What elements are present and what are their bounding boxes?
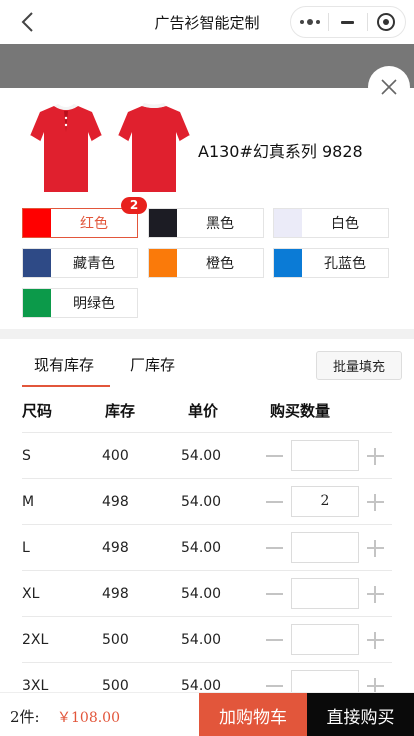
stock-cell: 498 bbox=[102, 540, 129, 556]
increase-quantity-button[interactable] bbox=[367, 540, 384, 557]
close-sheet-button[interactable] bbox=[368, 66, 410, 108]
stock-cell: 400 bbox=[102, 448, 129, 464]
increase-quantity-button[interactable] bbox=[367, 494, 384, 511]
quantity-input[interactable]: 2 bbox=[291, 486, 359, 517]
color-label: 藏青色 bbox=[73, 256, 115, 272]
color-label: 橙色 bbox=[206, 256, 234, 272]
color-option-navy[interactable]: 藏青色 bbox=[22, 248, 138, 278]
tab-factory-stock[interactable]: 厂库存 bbox=[130, 354, 175, 375]
size-cell: L bbox=[22, 540, 30, 556]
color-swatch bbox=[23, 289, 51, 317]
decrease-quantity-button[interactable] bbox=[266, 455, 283, 457]
modal-overlay[interactable] bbox=[0, 44, 414, 88]
bulk-fill-button[interactable]: 批量填充 bbox=[316, 351, 402, 380]
price-cell: 54.00 bbox=[181, 448, 222, 464]
increase-quantity-button[interactable] bbox=[367, 448, 384, 465]
color-label: 明绿色 bbox=[73, 296, 115, 312]
decrease-quantity-button[interactable] bbox=[266, 547, 283, 549]
active-tab-indicator bbox=[22, 385, 110, 387]
exit-miniprogram-button[interactable] bbox=[368, 7, 405, 37]
color-option-black[interactable]: 黑色 bbox=[148, 208, 264, 238]
close-icon bbox=[381, 79, 397, 95]
tab-current-stock[interactable]: 现有库存 bbox=[34, 354, 94, 375]
color-swatch bbox=[23, 249, 51, 277]
quantity-input[interactable] bbox=[291, 624, 359, 655]
more-dots-icon bbox=[299, 19, 320, 25]
color-option-red[interactable]: 红色 bbox=[22, 208, 138, 238]
more-options-button[interactable] bbox=[291, 7, 328, 37]
price-cell: 54.00 bbox=[181, 586, 222, 602]
miniprogram-capsule bbox=[290, 6, 406, 38]
minimize-icon bbox=[341, 20, 355, 24]
color-swatch bbox=[149, 249, 177, 277]
product-name: A130#幻真系列 9828 bbox=[198, 142, 363, 161]
color-swatch bbox=[23, 209, 51, 237]
product-image-front[interactable] bbox=[30, 102, 102, 194]
color-label: 红色 bbox=[80, 216, 108, 232]
size-cell: 2XL bbox=[22, 632, 49, 648]
color-label: 黑色 bbox=[206, 216, 234, 232]
header-size: 尺码 bbox=[22, 402, 53, 420]
table-row: XL 498 54.00 bbox=[22, 570, 392, 616]
header-price: 单价 bbox=[188, 402, 219, 420]
decrease-quantity-button[interactable] bbox=[266, 639, 283, 641]
header-quantity: 购买数量 bbox=[270, 402, 331, 420]
color-swatch bbox=[274, 209, 302, 237]
color-label: 孔蓝色 bbox=[324, 256, 366, 272]
section-divider bbox=[0, 329, 414, 339]
selected-count-badge: 2 bbox=[121, 197, 147, 214]
checkout-bar: 2件: ￥108.00 加购物车 直接购买 bbox=[0, 692, 414, 736]
quantity-input[interactable] bbox=[291, 440, 359, 471]
record-circle-icon bbox=[377, 13, 396, 31]
size-cell: XL bbox=[22, 586, 40, 602]
quantity-input[interactable] bbox=[291, 532, 359, 563]
color-option-white[interactable]: 白色 bbox=[273, 208, 389, 238]
table-row: L 498 54.00 bbox=[22, 524, 392, 570]
color-option-peacock-blue[interactable]: 孔蓝色 bbox=[273, 248, 389, 278]
table-row: S 400 54.00 bbox=[22, 432, 392, 478]
size-cell: M bbox=[22, 494, 35, 510]
color-option-orange[interactable]: 橙色 bbox=[148, 248, 264, 278]
quantity-input[interactable] bbox=[291, 578, 359, 609]
size-cell: S bbox=[22, 448, 31, 464]
stock-cell: 500 bbox=[102, 632, 129, 648]
decrease-quantity-button[interactable] bbox=[266, 501, 283, 503]
product-image-back[interactable] bbox=[118, 102, 190, 194]
buy-now-button[interactable]: 直接购买 bbox=[307, 693, 414, 736]
price-cell: 54.00 bbox=[181, 632, 222, 648]
increase-quantity-button[interactable] bbox=[367, 632, 384, 649]
decrease-quantity-button[interactable] bbox=[266, 593, 283, 595]
top-nav-bar: 广告衫智能定制 bbox=[0, 0, 414, 44]
decrease-quantity-button[interactable] bbox=[266, 685, 283, 687]
color-label: 白色 bbox=[331, 216, 359, 232]
stock-cell: 498 bbox=[102, 494, 129, 510]
table-row: M 498 54.00 2 bbox=[22, 478, 392, 524]
increase-quantity-button[interactable] bbox=[367, 586, 384, 603]
total-price: ￥108.00 bbox=[57, 710, 120, 726]
color-option-bright-green[interactable]: 明绿色 bbox=[22, 288, 138, 318]
header-stock: 库存 bbox=[105, 402, 136, 420]
table-row: 2XL 500 54.00 bbox=[22, 616, 392, 662]
minimize-button[interactable] bbox=[329, 7, 366, 37]
stock-cell: 498 bbox=[102, 586, 129, 602]
price-cell: 54.00 bbox=[181, 494, 222, 510]
price-cell: 54.00 bbox=[181, 540, 222, 556]
color-swatch bbox=[274, 249, 302, 277]
item-count: 2件: bbox=[10, 708, 40, 726]
color-swatch bbox=[149, 209, 177, 237]
add-to-cart-button[interactable]: 加购物车 bbox=[199, 693, 307, 736]
